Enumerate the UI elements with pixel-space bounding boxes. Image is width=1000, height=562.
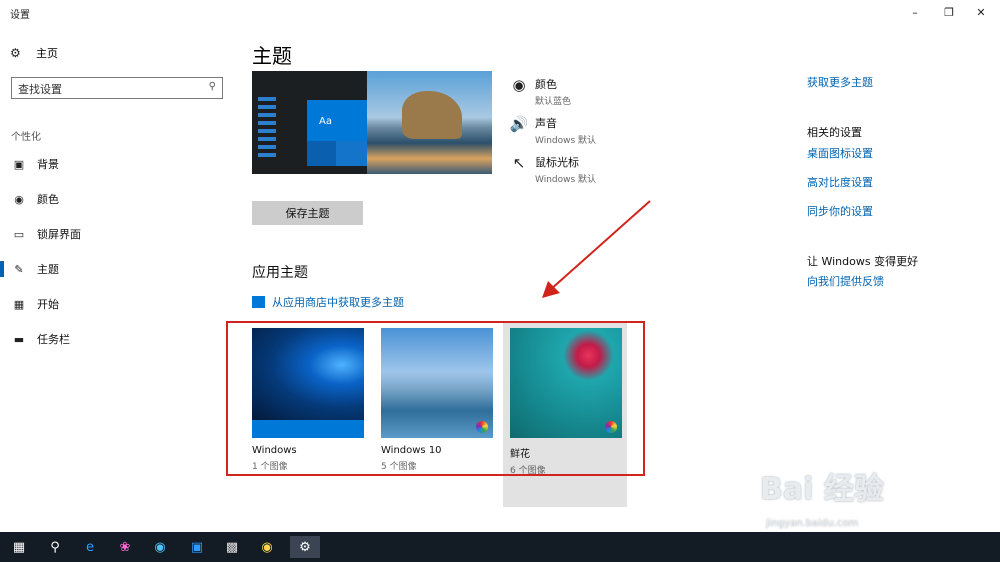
sidebar-item-colors[interactable]: ◉ 颜色 [0,187,230,211]
sidebar-item-lockscreen[interactable]: ▭ 锁屏界面 [0,222,230,246]
start-icon: ▦ [13,297,25,311]
theme-preview: Aa [252,71,492,174]
active-indicator [0,191,4,207]
nav-home-label: 主页 [36,47,58,60]
app-icon[interactable]: ◉ [252,536,282,558]
maximize-icon[interactable]: ❐ [936,4,962,22]
active-indicator [0,156,4,172]
annotation-box [226,321,645,476]
save-theme-button[interactable]: 保存主题 [252,201,363,225]
taskbar-icon: ▬ [13,332,25,346]
search-box[interactable]: ⚲ [11,77,223,99]
sidebar-item-themes[interactable]: ✎ 主题 [0,257,230,281]
prop-sound[interactable]: 🔊 声音 Windows 默认 [508,115,596,146]
picture-icon: ▣ [13,157,25,171]
get-more-themes-link[interactable]: 获取更多主题 [807,74,873,90]
store-icon [252,296,265,308]
sidebar-item-taskbar[interactable]: ▬ 任务栏 [0,327,230,351]
lockscreen-icon: ▭ [13,227,25,241]
make-windows-better-title: 让 Windows 变得更好 [807,255,919,268]
search-input[interactable] [12,79,192,99]
apply-theme-title: 应用主题 [252,265,308,281]
related-settings-title: 相关的设置 [807,126,862,139]
feedback-link[interactable]: 向我们提供反馈 [807,273,884,289]
sync-settings-link[interactable]: 同步你的设置 [807,203,873,219]
store-link[interactable]: 从应用商店中获取更多主题 [252,294,404,310]
baidu-watermark: Bai 经验 jingyan.baidu.com [760,452,960,542]
search-icon[interactable]: ⚲ [40,536,70,558]
app-icon[interactable]: ▣ [182,536,212,558]
sidebar-item-label: 任务栏 [37,333,70,346]
speaker-icon: 🔊 [509,115,529,133]
palette-icon: ◉ [512,76,526,94]
preview-tiles [307,141,367,166]
close-icon[interactable]: ✕ [968,4,994,22]
search-icon[interactable]: ⚲ [209,81,216,92]
sidebar-item-label: 开始 [37,298,59,311]
minimize-icon[interactable]: – [902,4,928,22]
active-indicator [0,296,4,312]
cursor-icon: ↖ [512,154,526,172]
sidebar-item-start[interactable]: ▦ 开始 [0,292,230,316]
page-title: 主题 [252,44,292,68]
settings-app-icon[interactable]: ⚙ [290,536,320,558]
sidebar-item-label: 主题 [37,263,59,276]
prop-cursor[interactable]: ↖ 鼠标光标 Windows 默认 [508,154,596,185]
gear-icon: ⚙ [10,46,21,60]
watermark-logo: Bai 经验 [760,472,884,507]
prop-color[interactable]: ◉ 颜色 默认蓝色 [508,76,571,107]
app-icon[interactable]: ◉ [145,536,175,558]
nav-home[interactable]: ⚙ 主页 [10,44,58,62]
brush-icon: ✎ [14,262,24,276]
watermark-url: jingyan.baidu.com [766,518,859,529]
prop-name: 声音 [535,117,557,130]
high-contrast-settings-link[interactable]: 高对比度设置 [807,174,873,190]
prop-value: Windows 默认 [535,175,597,185]
preview-start-list [258,97,280,161]
store-link-label[interactable]: 从应用商店中获取更多主题 [272,294,404,310]
prop-name: 鼠标光标 [535,156,579,169]
prop-value: 默认蓝色 [535,97,572,107]
prop-value: Windows 默认 [535,136,597,146]
windows-start-icon[interactable]: ▦ [4,536,34,558]
desktop-icon-settings-link[interactable]: 桌面图标设置 [807,145,873,161]
preview-sample-text: Aa [319,116,332,127]
sidebar-item-label: 颜色 [37,193,59,206]
sidebar-item-background[interactable]: ▣ 背景 [0,152,230,176]
sidebar-item-label: 锁屏界面 [37,228,81,241]
palette-icon: ◉ [14,192,24,206]
prop-name: 颜色 [535,78,557,91]
app-icon[interactable]: ▩ [217,536,247,558]
color-app-icon[interactable]: ❀ [110,536,140,558]
title-bar: 设置 – ❐ ✕ [0,0,1000,26]
annotation-arrow [542,200,651,298]
active-indicator [0,226,4,242]
group-label: 个性化 [11,132,41,143]
window-title: 设置 [10,10,30,21]
active-indicator [0,331,4,347]
edge-browser-icon[interactable]: e [75,536,105,558]
active-indicator [0,261,4,277]
sidebar-item-label: 背景 [37,158,59,171]
